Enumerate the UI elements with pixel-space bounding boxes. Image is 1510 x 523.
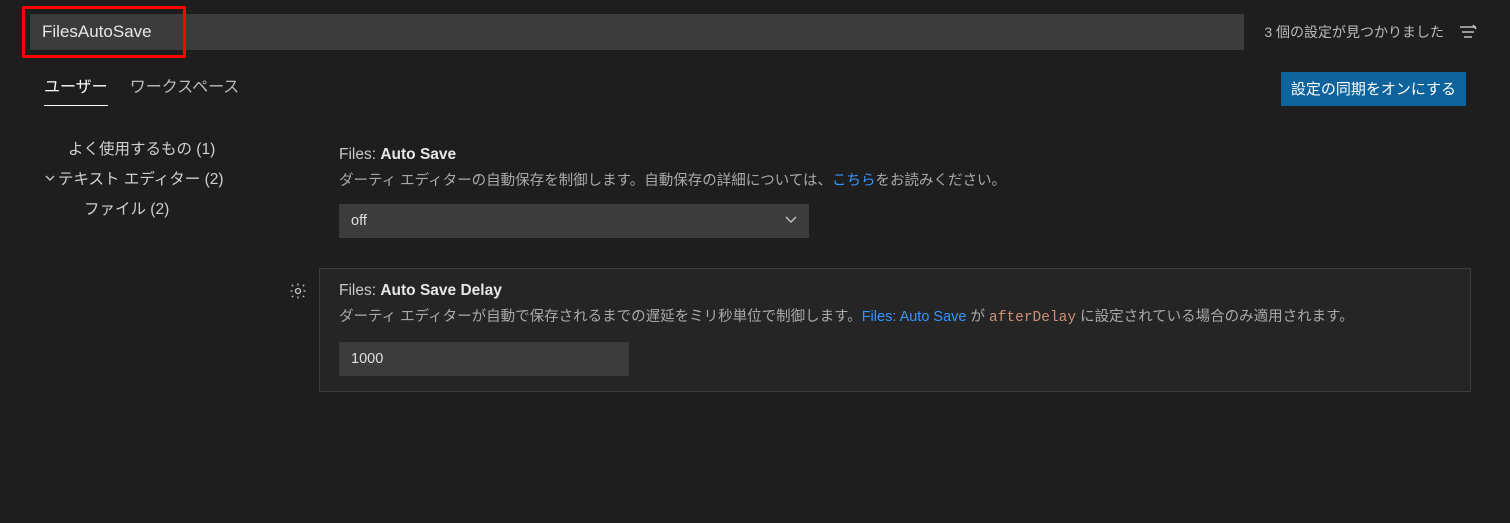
chevron-down-icon: [44, 172, 58, 184]
setting-files-auto-save: Files: Auto Save ダーティ エディターの自動保存を制御します。自…: [320, 133, 1470, 253]
code-text: afterDelay: [989, 310, 1076, 326]
sidebar-item-file[interactable]: ファイル (2): [44, 193, 320, 223]
auto-save-setting-link[interactable]: Files: Auto Save: [862, 309, 967, 325]
filter-icon[interactable]: [1456, 22, 1480, 42]
setting-description: ダーティ エディターの自動保存を制御します。自動保存の詳細については、こちらをお…: [339, 170, 1451, 192]
tab-user[interactable]: ユーザー: [44, 73, 108, 106]
chevron-down-icon: [783, 211, 799, 227]
turn-on-settings-sync-button[interactable]: 設定の同期をオンにする: [1281, 72, 1466, 106]
gear-icon[interactable]: [289, 282, 307, 300]
sidebar-item-text-editor[interactable]: テキスト エディター (2): [44, 163, 320, 193]
tab-workspace[interactable]: ワークスペース: [130, 73, 240, 106]
sidebar-item-label: テキスト エディター (2): [58, 167, 224, 189]
setting-title: Files: Auto Save Delay: [339, 282, 1451, 300]
auto-save-doc-link[interactable]: こちら: [832, 173, 876, 189]
setting-files-auto-save-delay: Files: Auto Save Delay ダーティ エディターが自動で保存さ…: [320, 269, 1470, 390]
setting-title: Files: Auto Save: [339, 146, 1451, 164]
settings-search-input[interactable]: [30, 14, 1244, 50]
sidebar-item-frequently-used[interactable]: よく使用するもの (1): [44, 133, 320, 163]
auto-save-select[interactable]: off: [339, 204, 809, 238]
auto-save-select-value: off: [351, 213, 367, 229]
search-results-count: 3 個の設定が見つかりました: [1264, 22, 1444, 42]
auto-save-delay-input[interactable]: [339, 342, 629, 376]
setting-description: ダーティ エディターが自動で保存されるまでの遅延をミリ秒単位で制御します。Fil…: [339, 306, 1451, 329]
